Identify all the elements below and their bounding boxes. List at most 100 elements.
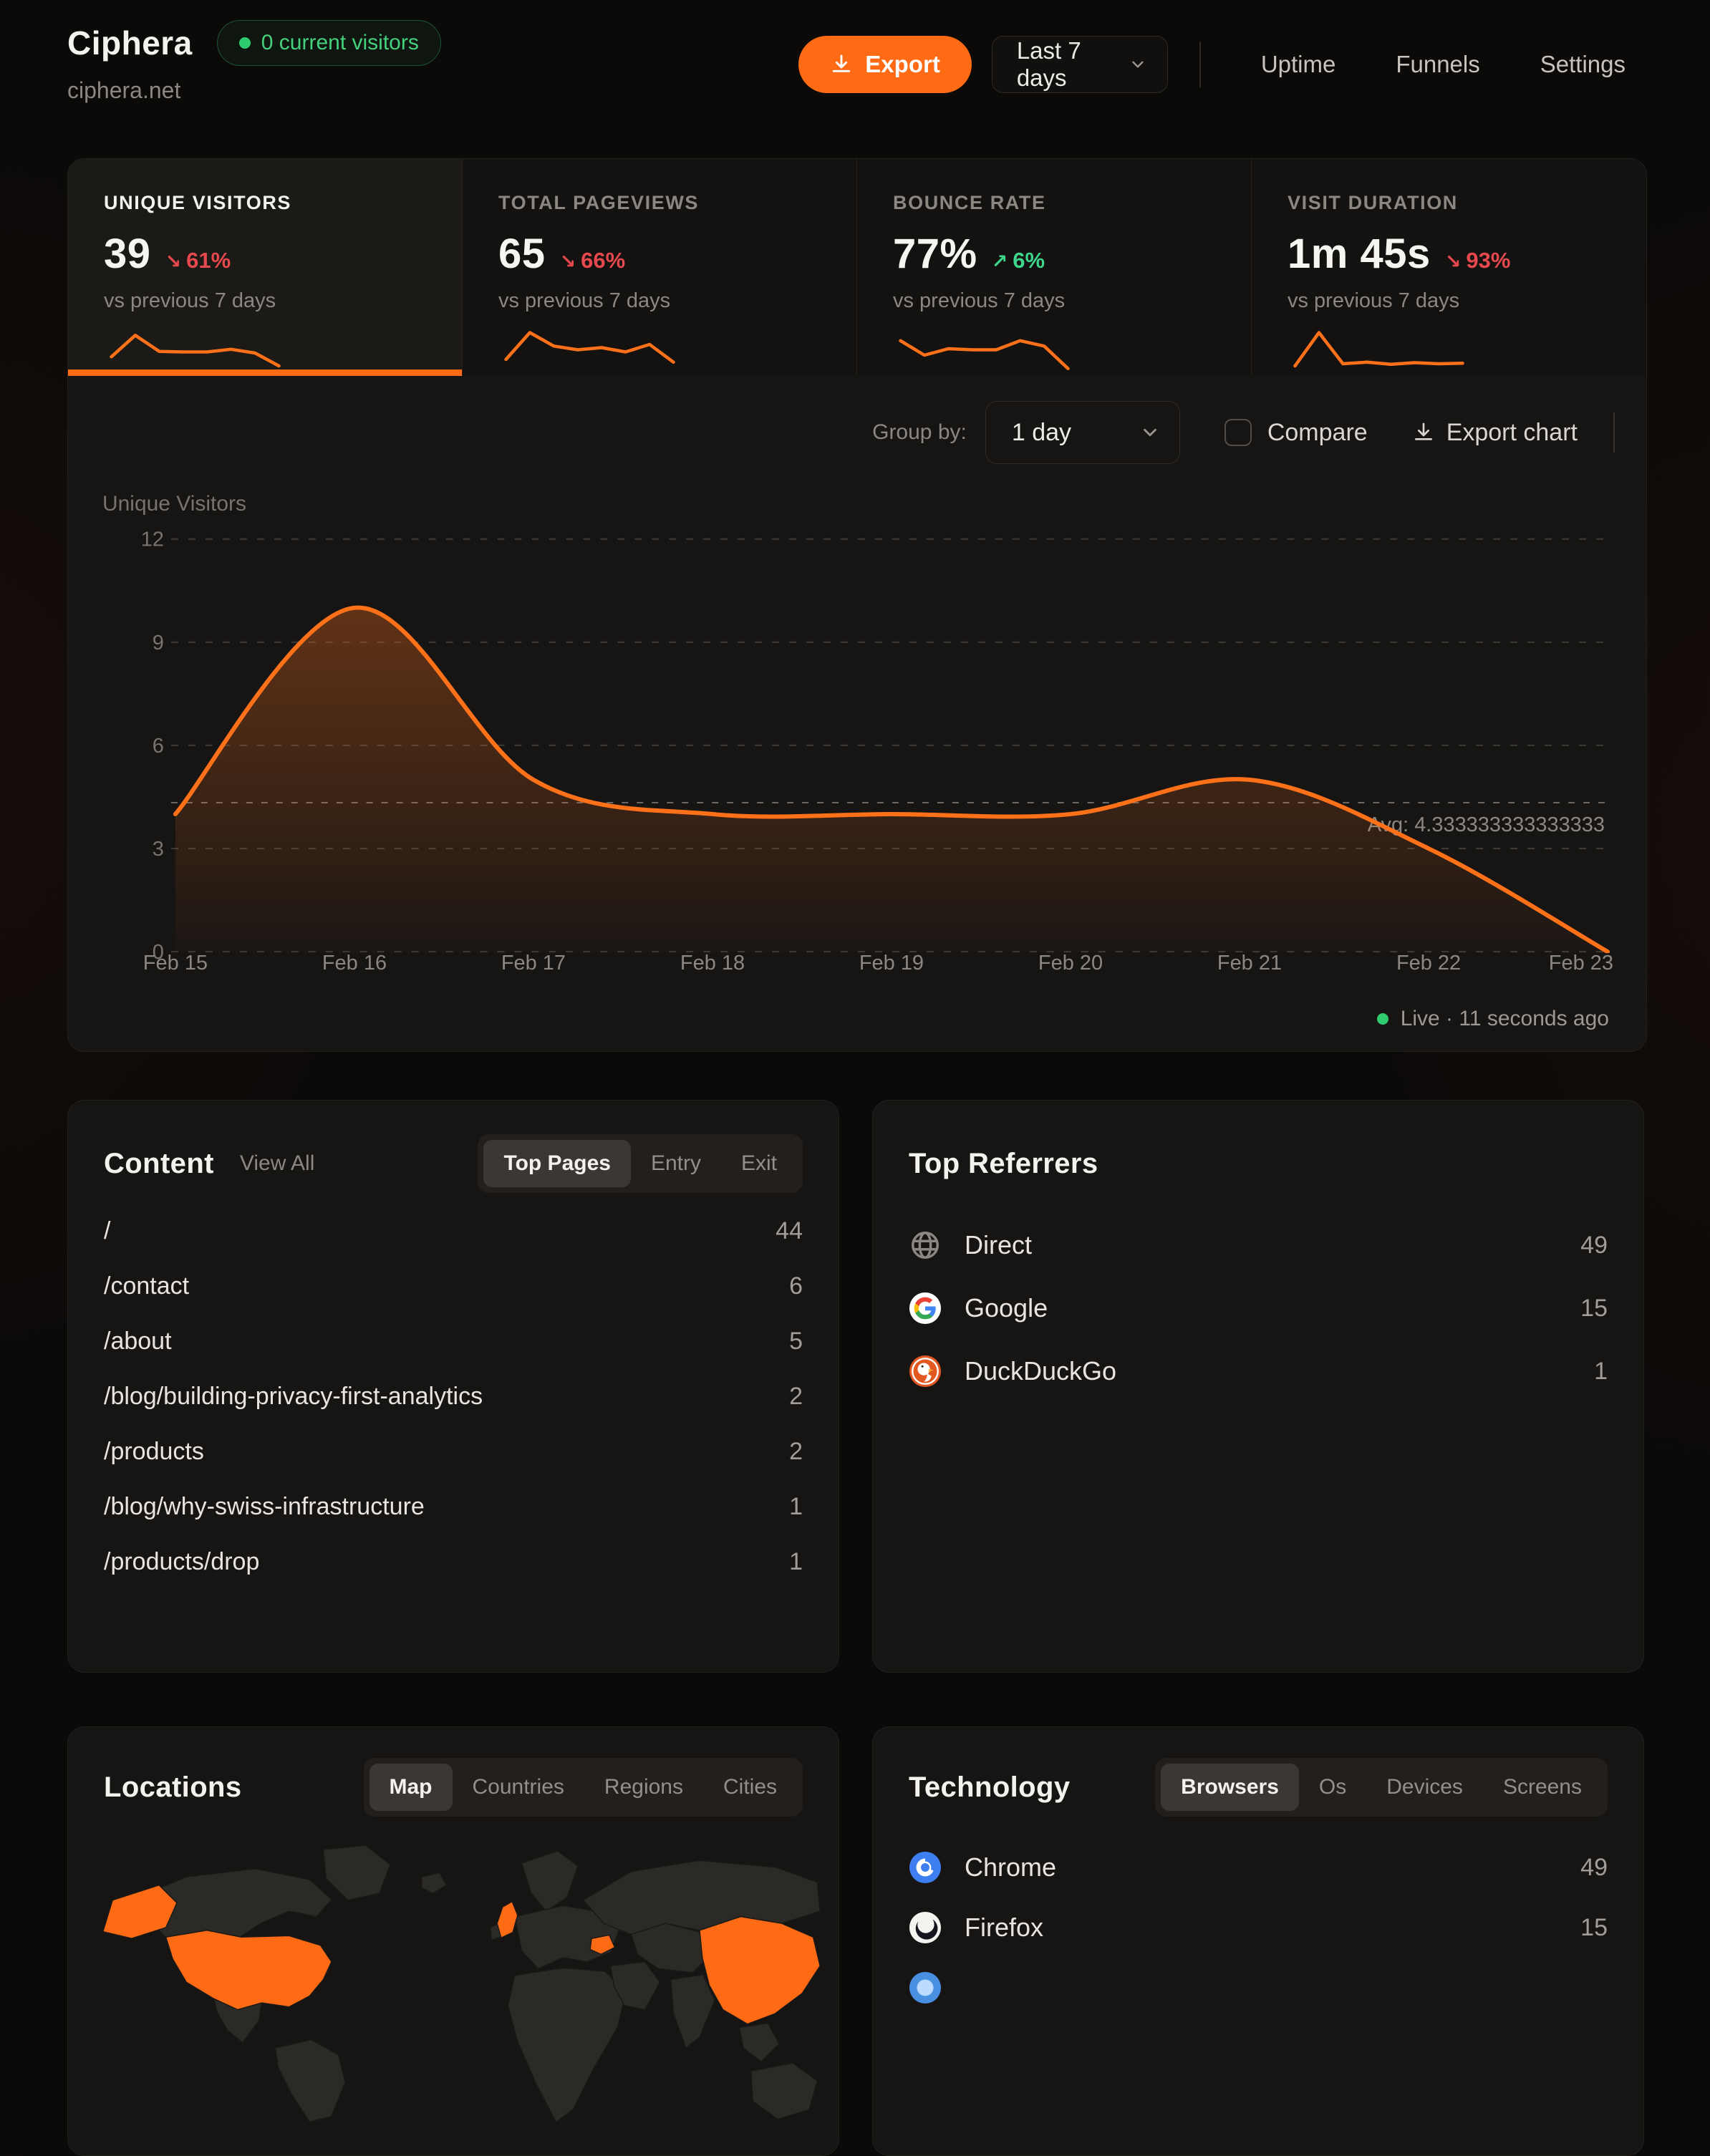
content-row[interactable]: /about 5 <box>104 1314 803 1369</box>
locations-tab-countries[interactable]: Countries <box>453 1764 584 1811</box>
stat-value: 1m 45s <box>1288 230 1431 278</box>
page-count: 44 <box>776 1217 803 1245</box>
content-row[interactable]: /contact 6 <box>104 1259 803 1314</box>
browser-count: 15 <box>1580 1914 1608 1942</box>
stat-card-bounce-rate[interactable]: BOUNCE RATE 77% ↗6% vs previous 7 days <box>857 159 1252 376</box>
stat-card-total-pageviews[interactable]: TOTAL PAGEVIEWS 65 ↘66% vs previous 7 da… <box>463 159 857 376</box>
live-status: Live · 11 seconds ago <box>1377 1007 1609 1031</box>
page-path[interactable]: /about <box>104 1328 172 1355</box>
technology-tab-os[interactable]: Os <box>1299 1764 1366 1811</box>
page-count: 6 <box>789 1272 803 1300</box>
page-count: 1 <box>789 1493 803 1521</box>
referrer-row[interactable]: Direct 49 <box>909 1214 1608 1277</box>
page-path[interactable]: / <box>104 1217 110 1245</box>
nav-uptime[interactable]: Uptime <box>1261 51 1336 78</box>
referrer-name[interactable]: Direct <box>965 1230 1032 1260</box>
stat-card-visit-duration[interactable]: VISIT DURATION 1m 45s ↘93% vs previous 7… <box>1252 159 1646 376</box>
stat-card-unique-visitors[interactable]: UNIQUE VISITORS 39 ↘61% vs previous 7 da… <box>68 159 463 376</box>
compare-checkbox[interactable] <box>1224 419 1252 446</box>
stat-label: UNIQUE VISITORS <box>104 192 462 214</box>
stat-label: VISIT DURATION <box>1288 192 1646 214</box>
referrer-count: 49 <box>1580 1232 1608 1260</box>
export-chart-label: Export chart <box>1446 419 1578 447</box>
stat-note: vs previous 7 days <box>104 289 462 313</box>
locations-title: Locations <box>104 1771 242 1804</box>
svg-text:12: 12 <box>141 528 164 551</box>
chart-controls: Group by: 1 day Compare Export chart <box>872 401 1615 464</box>
site-name: Ciphera <box>67 24 193 62</box>
view-all-link[interactable]: View All <box>240 1151 315 1176</box>
referrer-row[interactable]: Google 15 <box>909 1277 1608 1340</box>
chart-axis-title: Unique Visitors <box>102 492 246 516</box>
technology-tab-browsers[interactable]: Browsers <box>1161 1764 1299 1811</box>
content-tab-exit[interactable]: Exit <box>721 1140 797 1187</box>
trend-down-arrow-icon: ↘ <box>165 251 182 273</box>
content-row[interactable]: /products/drop 1 <box>104 1534 803 1590</box>
stat-delta: ↘66% <box>560 248 626 274</box>
page-path[interactable]: /blog/building-privacy-first-analytics <box>104 1383 483 1411</box>
referrer-name[interactable]: DuckDuckGo <box>965 1356 1116 1386</box>
stat-value: 65 <box>498 230 546 278</box>
stat-note: vs previous 7 days <box>893 289 1251 313</box>
world-map[interactable] <box>84 1834 823 2122</box>
duckduckgo-icon <box>909 1355 942 1388</box>
content-row[interactable]: /products 2 <box>104 1424 803 1479</box>
content-row[interactable]: / 44 <box>104 1204 803 1259</box>
browser-name[interactable]: Chrome <box>965 1852 1056 1882</box>
firefox-icon <box>909 1911 942 1944</box>
download-icon <box>830 53 853 76</box>
stats-row: UNIQUE VISITORS 39 ↘61% vs previous 7 da… <box>68 159 1646 368</box>
page-count: 5 <box>789 1328 803 1355</box>
technology-tab-screens[interactable]: Screens <box>1483 1764 1602 1811</box>
visitors-chart[interactable]: Unique Visitors 036912 Avg: 4.3333333333… <box>101 485 1616 974</box>
locations-card: Locations MapCountriesRegionsCities <box>67 1726 839 2156</box>
technology-tab-devices[interactable]: Devices <box>1366 1764 1483 1811</box>
referrer-name[interactable]: Google <box>965 1293 1048 1323</box>
page-path[interactable]: /products/drop <box>104 1548 259 1576</box>
page-count: 1 <box>789 1548 803 1576</box>
referrer-row[interactable]: DuckDuckGo 1 <box>909 1340 1608 1403</box>
locations-tab-cities[interactable]: Cities <box>703 1764 797 1811</box>
live-status-text: Live · 11 seconds ago <box>1401 1007 1609 1031</box>
active-stat-indicator <box>68 369 462 376</box>
technology-rows: Chrome 49 Firefox 15 <box>909 1837 1608 2018</box>
compare-label[interactable]: Compare <box>1267 419 1368 447</box>
unique-visitors-chart[interactable]: Unique Visitors 036912 Avg: 4.3333333333… <box>101 485 1616 974</box>
content-tab-entry[interactable]: Entry <box>631 1140 721 1187</box>
date-range-select[interactable]: Last 7 days <box>992 36 1168 93</box>
browser-name[interactable]: Firefox <box>965 1913 1043 1943</box>
browser-row[interactable]: Chrome 49 <box>909 1837 1608 1898</box>
browser-row-partial[interactable] <box>909 1958 1608 2018</box>
stat-value: 39 <box>104 230 151 278</box>
stat-delta: ↘93% <box>1445 248 1511 274</box>
technology-card: Technology BrowsersOsDevicesScreens Chro… <box>872 1726 1644 2156</box>
stat-label: BOUNCE RATE <box>893 192 1251 214</box>
nav-funnels[interactable]: Funnels <box>1396 51 1479 78</box>
current-visitors-badge[interactable]: 0 current visitors <box>217 20 441 66</box>
stat-sparkline <box>1288 320 1470 376</box>
export-button[interactable]: Export <box>798 36 972 93</box>
page-path[interactable]: /blog/why-swiss-infrastructure <box>104 1493 425 1521</box>
nav-settings[interactable]: Settings <box>1540 51 1626 78</box>
page-path[interactable]: /products <box>104 1438 204 1466</box>
svg-text:Feb 23: Feb 23 <box>1549 952 1613 974</box>
browser-count: 49 <box>1580 1854 1608 1882</box>
svg-text:Feb 21: Feb 21 <box>1217 952 1282 974</box>
export-label: Export <box>865 51 940 78</box>
page-path[interactable]: /contact <box>104 1272 189 1300</box>
download-icon <box>1412 421 1435 444</box>
browser-row[interactable]: Firefox 15 <box>909 1898 1608 1958</box>
content-row[interactable]: /blog/building-privacy-first-analytics 2 <box>104 1369 803 1424</box>
trend-down-arrow-icon: ↘ <box>1445 251 1462 273</box>
content-tab-top-pages[interactable]: Top Pages <box>483 1140 630 1187</box>
content-card: Content View All Top PagesEntryExit / 44… <box>67 1100 839 1673</box>
referrer-rows: Direct 49 Google 15 DuckDuckGo 1 <box>909 1214 1608 1403</box>
stat-value: 77% <box>893 230 977 278</box>
stat-sparkline <box>893 320 1076 376</box>
export-chart-button[interactable]: Export chart <box>1412 419 1578 447</box>
locations-tab-regions[interactable]: Regions <box>584 1764 703 1811</box>
content-row[interactable]: /blog/why-swiss-infrastructure 1 <box>104 1479 803 1534</box>
group-by-select[interactable]: 1 day <box>985 401 1180 464</box>
average-label: Avg: 4.333333333333333 <box>1368 813 1605 836</box>
locations-tab-map[interactable]: Map <box>369 1764 453 1811</box>
